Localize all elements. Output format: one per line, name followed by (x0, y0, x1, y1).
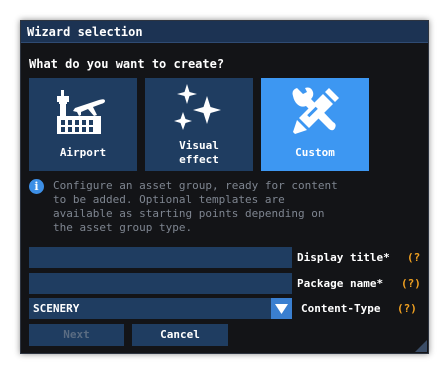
package-name-label: Package name* (297, 277, 384, 290)
content-type-select[interactable]: SCENERY (29, 298, 292, 319)
content-type-value: SCENERY (33, 302, 80, 315)
info-icon: i (29, 179, 44, 194)
display-title-help[interactable]: (? (407, 251, 420, 264)
dropdown-arrow[interactable] (271, 298, 292, 319)
package-name-input[interactable] (29, 273, 292, 294)
info-text: Configure an asset group, ready for cont… (53, 179, 338, 234)
airport-icon (57, 90, 105, 134)
tile-custom[interactable]: Custom (261, 78, 369, 171)
tile-airport[interactable]: Airport (29, 78, 137, 171)
tile-visual-effect-label: Visual effect (179, 139, 219, 166)
wizard-dialog: Wizard selection What do you want to cre… (20, 20, 429, 354)
tools-icon (292, 87, 339, 134)
tile-airport-label: Airport (59, 146, 107, 159)
resize-grip-icon[interactable] (415, 340, 427, 352)
display-title-input[interactable] (29, 247, 292, 268)
next-button[interactable]: Next (29, 324, 124, 346)
package-name-help[interactable]: (?) (401, 277, 421, 290)
chevron-down-icon (275, 304, 288, 314)
tile-custom-label: Custom (295, 146, 335, 159)
sparkles-icon (174, 84, 221, 130)
cancel-button[interactable]: Cancel (132, 324, 228, 346)
dialog-title: Wizard selection (27, 25, 143, 39)
tile-visual-effect[interactable]: Visual effect (145, 78, 253, 171)
content-type-label: Content-Type (301, 302, 381, 315)
create-prompt: What do you want to create? (29, 57, 225, 71)
content-type-help[interactable]: (?) (397, 302, 417, 315)
display-title-label: Display title* (297, 251, 390, 264)
title-bar[interactable]: Wizard selection (21, 21, 428, 43)
